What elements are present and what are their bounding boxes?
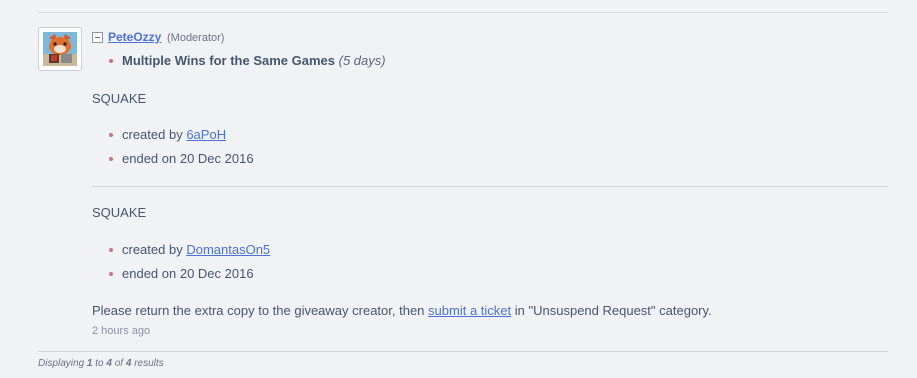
avatar-image [43,32,77,66]
footer-to-word: to [95,358,104,369]
footer-of-word: of [114,358,124,369]
giveaway-divider [92,186,888,187]
giveaway-creator-line: created by DomantasOn5 [122,242,270,257]
reason-duration: (5 days) [338,53,386,68]
bullet-icon [109,272,113,276]
bottom-divider [38,351,888,352]
created-by-label: created by [122,242,183,257]
message-text: Please return the extra copy to the give… [92,303,425,318]
giveaway-ended-date: ended on 20 Dec 2016 [122,266,254,281]
footer-suffix: results [134,358,164,369]
username-link[interactable]: PeteOzzy [108,30,161,44]
giveaway-game-title: SQUAKE [92,205,147,220]
role-label: (Moderator) [167,32,225,44]
bullet-icon [109,248,113,252]
footer-to: 4 [106,358,112,369]
giveaway-game-title: SQUAKE [92,91,147,106]
footer-prefix: Displaying [38,358,85,369]
pagination-summary: Displaying 1 to 4 of 4 results [38,358,164,369]
giveaway-ended-date: ended on 20 Dec 2016 [122,151,254,166]
footer-total: 4 [125,358,132,369]
collapse-icon[interactable] [92,32,103,43]
bullet-icon [109,59,113,63]
created-by-label: created by [122,127,183,142]
message-text-end: in "Unsuspend Request" category. [514,303,712,318]
footer-from: 1 [86,358,93,369]
bullet-icon [109,157,113,161]
giveaway-creator-line: created by 6aPoH [122,127,226,142]
comment-timestamp: 2 hours ago [92,325,151,337]
comment-message: Please return the extra copy to the give… [92,303,712,318]
submit-ticket-link[interactable]: submit a ticket [428,303,511,318]
top-divider [38,12,888,13]
avatar[interactable] [38,27,82,71]
creator-link[interactable]: 6aPoH [186,127,226,142]
reason-title: Multiple Wins for the Same Games [122,53,335,68]
suspension-reason: Multiple Wins for the Same Games (5 days… [122,53,386,68]
creator-link[interactable]: DomantasOn5 [186,242,270,257]
bullet-icon [109,133,113,137]
